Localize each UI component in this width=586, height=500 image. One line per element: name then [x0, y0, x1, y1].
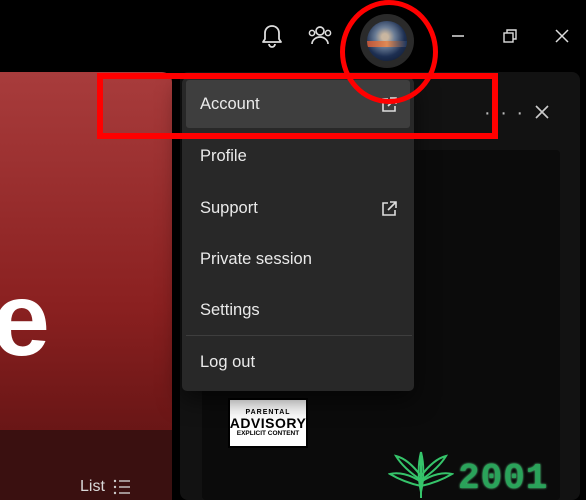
- external-link-icon: [382, 201, 397, 216]
- menu-item-label: Support: [200, 198, 258, 217]
- menu-item-log-out[interactable]: Log out: [186, 338, 410, 386]
- menu-item-support[interactable]: Support: [186, 184, 410, 232]
- hero-title: e: [0, 262, 50, 378]
- advisory-line3: EXPLICIT CONTENT: [236, 430, 300, 437]
- parental-advisory-label: PARENTAL ADVISORY EXPLICIT CONTENT: [228, 398, 308, 448]
- highlight-circle: [340, 0, 438, 104]
- list-view-toggle[interactable]: List: [80, 478, 131, 496]
- menu-item-label: Settings: [200, 300, 260, 319]
- menu-item-private-session[interactable]: Private session: [186, 235, 410, 283]
- list-view-label: List: [80, 478, 105, 495]
- friends-icon[interactable]: [306, 22, 334, 50]
- menu-item-settings[interactable]: Settings: [186, 286, 410, 334]
- menu-item-label: Private session: [200, 249, 312, 268]
- menu-item-profile[interactable]: Profile: [186, 132, 410, 180]
- panel-close-icon[interactable]: [530, 100, 554, 124]
- leaf-logo: [388, 451, 454, 498]
- menu-item-label: Profile: [200, 146, 247, 165]
- list-icon: [113, 479, 130, 495]
- bell-icon[interactable]: [258, 22, 286, 50]
- menu-item-label: Log out: [200, 352, 256, 371]
- minimize-icon[interactable]: [446, 24, 470, 48]
- advisory-line2: ADVISORY: [229, 415, 307, 431]
- maximize-icon[interactable]: [498, 24, 522, 48]
- album-title: 2001: [458, 458, 549, 499]
- menu-divider: [186, 335, 412, 336]
- highlight-rectangle: [97, 73, 498, 139]
- close-icon[interactable]: [550, 24, 574, 48]
